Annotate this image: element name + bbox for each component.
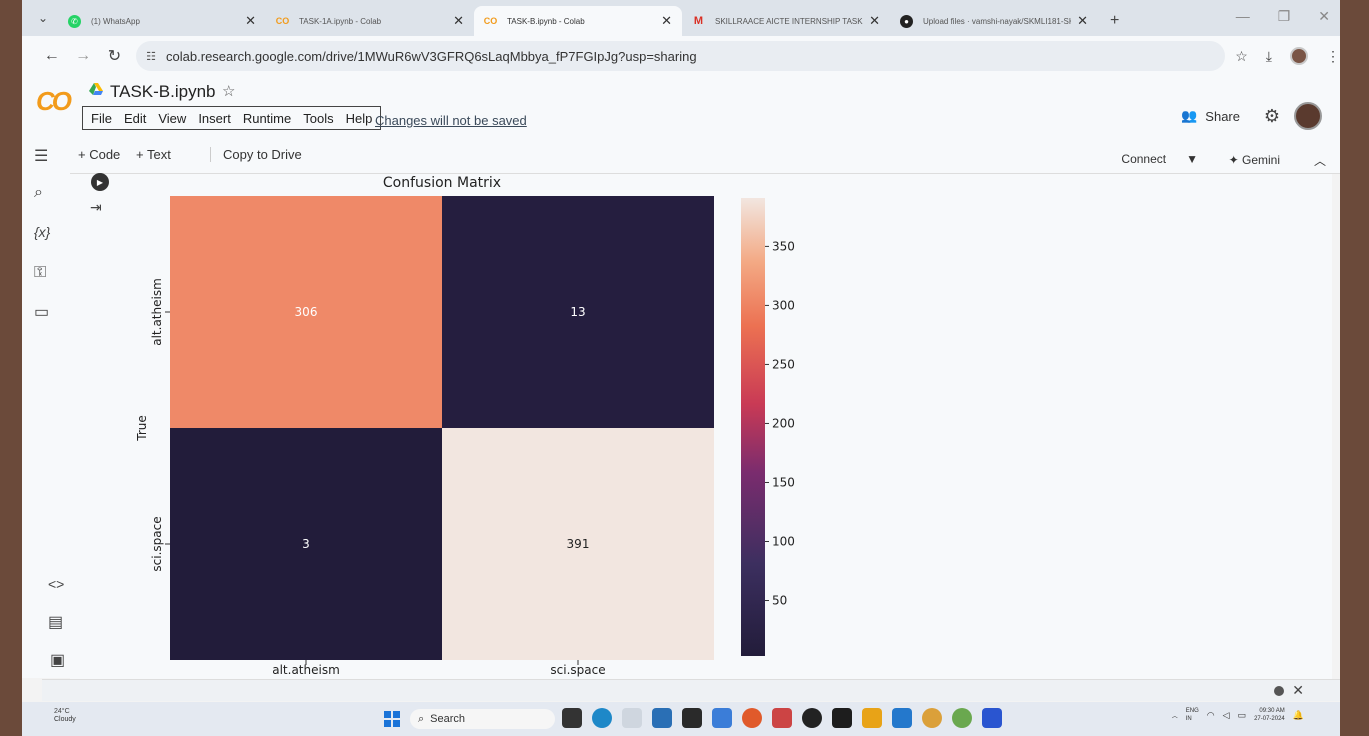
colorbar-tick-label: 50: [772, 594, 787, 608]
vscode-icon[interactable]: [892, 708, 912, 728]
colorbar-tick-label: 300: [772, 298, 795, 312]
taskbar-search-label: Search: [430, 713, 466, 725]
lang-label: ENG: [1185, 708, 1199, 714]
chart-title: Confusion Matrix: [383, 175, 501, 191]
heatmap-cell-value: 3: [302, 537, 310, 551]
clock-time: 09:30 AM: [1259, 708, 1285, 714]
close-status-icon[interactable]: ✕: [1292, 682, 1304, 699]
wifi-icon[interactable]: ◠: [1207, 710, 1215, 721]
chrome-active-icon[interactable]: [952, 708, 972, 728]
firefox-icon[interactable]: [742, 708, 762, 728]
colorbar-tick-label: 150: [772, 475, 795, 489]
status-dot-icon: [1274, 686, 1284, 696]
language-indicator[interactable]: ENG IN: [1186, 708, 1199, 724]
colorbar-tick-label: 100: [772, 535, 795, 549]
weather-temp: 24°C: [54, 708, 70, 715]
windows-start-icon[interactable]: [384, 711, 400, 727]
y-tick-label: sci.space: [150, 516, 164, 571]
clock[interactable]: 09:30 AM 27-07-2024: [1254, 708, 1285, 724]
taskbar-search[interactable]: ⌕ Search: [410, 709, 555, 729]
system-tray: ︿ ENG IN ◠ ◁ ▭ 09:30 AM 27-07-2024 🔔: [1172, 708, 1304, 724]
app-icon[interactable]: [712, 708, 732, 728]
taskbar-apps: [562, 708, 1002, 728]
spacer-icon: [622, 708, 642, 728]
x-tick-label: alt.atheism: [272, 663, 340, 677]
y-axis-label: True: [135, 415, 149, 442]
windows-taskbar: 24°C Cloudy ⌕ Search ︿ ENG IN ◠ ◁ ▭ 09:3…: [22, 702, 1340, 736]
file-explorer-icon[interactable]: [862, 708, 882, 728]
mail-icon[interactable]: [652, 708, 672, 728]
notification-bell-icon[interactable]: 🔔: [1293, 710, 1304, 721]
clock-date: 27-07-2024: [1254, 715, 1285, 722]
weather-desc: Cloudy: [54, 716, 76, 724]
tray-chevron-icon[interactable]: ︿: [1172, 711, 1178, 720]
search-icon: ⌕: [418, 712, 425, 725]
colorbar-tick-label: 200: [772, 416, 795, 430]
colorbar-tick-label: 350: [772, 239, 795, 253]
status-strip: ✕: [42, 679, 1340, 701]
heatmap-cell-value: 13: [570, 305, 585, 319]
notes-icon[interactable]: [982, 708, 1002, 728]
colorbar-tick-label: 250: [772, 357, 795, 371]
task-view-icon[interactable]: [562, 708, 582, 728]
edge-icon[interactable]: [592, 708, 612, 728]
y-tick-label: alt.atheism: [150, 278, 164, 346]
dropbox-icon[interactable]: [682, 708, 702, 728]
heatmap-cell-value: 391: [567, 537, 590, 551]
x-tick-label: sci.space: [550, 663, 605, 677]
weather-widget[interactable]: 24°C Cloudy: [54, 708, 76, 725]
terminal-app-icon[interactable]: [832, 708, 852, 728]
volume-icon[interactable]: ◁: [1223, 710, 1230, 721]
whatsapp-icon[interactable]: [802, 708, 822, 728]
chrome-icon[interactable]: [922, 708, 942, 728]
screen: ⌄ ✆ (1) WhatsApp ✕ CO TASK-1A.ipynb - Co…: [22, 0, 1340, 736]
confusion-matrix-chart: Confusion Matrix 306 13 3 391 alt.atheism sc…: [135, 175, 795, 677]
heatmap-cell-value: 306: [295, 305, 318, 319]
region-label: IN: [1185, 715, 1192, 722]
colorbar: [741, 198, 765, 656]
battery-icon[interactable]: ▭: [1238, 710, 1247, 721]
app-icon[interactable]: [772, 708, 792, 728]
